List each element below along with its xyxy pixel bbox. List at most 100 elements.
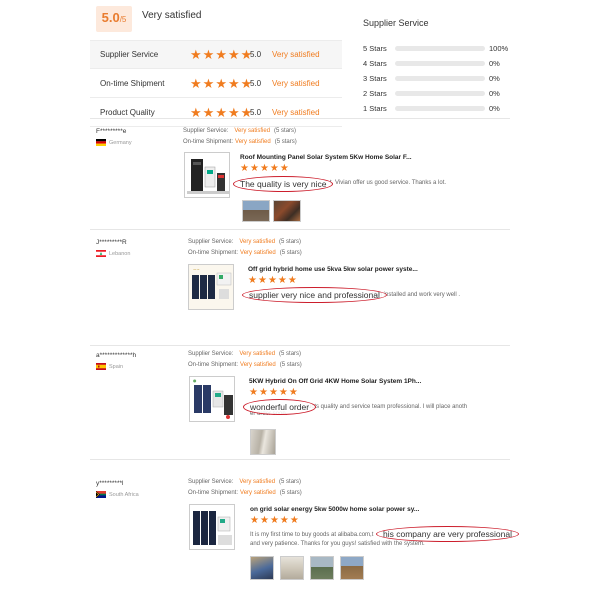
review-photo-thumbnail[interactable] — [310, 556, 334, 580]
meta-label: On-time Shipment: — [188, 490, 239, 496]
distribution-label: 1 Stars — [363, 103, 387, 113]
star-icon: ★ — [267, 275, 277, 286]
meta-label: On-time Shipment: — [183, 139, 234, 145]
category-rating-text: Very satisfied — [272, 107, 320, 117]
review-photo-thumbnail[interactable] — [242, 200, 270, 222]
star-icon: ★ — [278, 387, 288, 398]
product-title-link[interactable]: Off grid hybrid home use 5kva 5kw solar … — [248, 266, 418, 273]
meta-stars: (5 stars) — [274, 139, 297, 145]
distribution-percent: 100% — [489, 43, 509, 53]
country-name: South Africa — [109, 491, 139, 498]
on-time-shipment-rating: On-time Shipment: Very satisfied (5 stars) — [183, 139, 297, 145]
overall-score: 5.0 — [101, 10, 120, 25]
meta-value: Very satisfied — [240, 250, 276, 256]
reviewer-country: Germany — [96, 139, 132, 146]
svg-text:●: ● — [193, 378, 197, 383]
distribution-row-2: 2 Stars 0% — [363, 87, 500, 99]
reviewer-name: a*************h — [96, 352, 137, 359]
meta-label: On-time Shipment: — [188, 362, 239, 368]
distribution-label: 3 Stars — [363, 73, 387, 83]
star-icon: ★ — [287, 275, 297, 286]
category-score: 5.0 — [250, 78, 262, 88]
category-name: Product Quality — [100, 107, 155, 117]
overall-score-badge: 5.0 /5 — [96, 6, 132, 32]
hybrid-system-image: ● — [193, 378, 233, 419]
product-image[interactable]: ~~ — [188, 264, 234, 310]
review-photo-thumbnail[interactable] — [250, 556, 274, 580]
product-image[interactable] — [189, 504, 235, 550]
review-stars: ★ ★ ★ ★ ★ — [250, 516, 299, 526]
review-card: F*********e Germany Supplier Service: Ver… — [90, 122, 510, 227]
product-title-link[interactable]: 5KW Hybrid On Off Grid 4KW Home Solar Sy… — [249, 378, 421, 385]
category-name: Supplier Service — [100, 50, 159, 59]
star-icon: ★ — [249, 163, 259, 174]
solar-panel-kit-image: ~~ — [189, 265, 233, 309]
rating-summary: 5.0 /5 Very satisfied Supplier Service ★… — [90, 0, 510, 127]
star-icon: ★ — [279, 515, 289, 526]
review-photo-thumbnail[interactable] — [250, 429, 276, 455]
country-name: Lebanon — [109, 250, 131, 257]
star-icon: ★ — [227, 75, 240, 91]
supplier-service-rating: Supplier Service: Very satisfied (5 stars) — [188, 239, 301, 245]
reviewer-country: Spain — [96, 363, 123, 370]
distribution-percent: 0% — [489, 58, 500, 68]
star-icon: ★ — [269, 515, 279, 526]
distribution-row-4: 4 Stars 0% — [363, 57, 500, 69]
review-comment: It is my first time to buy goods at alib… — [250, 532, 374, 538]
product-title-link[interactable]: on grid solar energy 5kw 5000w home sola… — [250, 506, 419, 513]
review-photo-thumbnail[interactable] — [280, 556, 304, 580]
review-card: a*************h Spain Supplier Service: V… — [90, 346, 510, 458]
review-photo-thumbnail[interactable] — [273, 200, 301, 222]
review-card: y*********l South Africa Supplier Servic… — [90, 462, 519, 597]
review-photo-thumbnail[interactable] — [340, 556, 364, 580]
meta-value: Very satisfied — [234, 128, 271, 134]
distribution-percent: 0% — [489, 88, 500, 98]
distribution-title: Supplier Service — [363, 18, 429, 28]
highlighted-comment-phrase: supplier very nice and professional — [242, 287, 387, 303]
product-image[interactable]: ● — [189, 376, 235, 422]
category-row-on-time-shipment: On-time Shipment ★ ★ ★ ★ ★ 5.0 Very satisfie… — [90, 69, 342, 98]
star-icon: ★ — [190, 104, 202, 120]
product-title-link[interactable]: Roof Mounting Panel Solar System 5Kw Hom… — [240, 154, 412, 161]
meta-stars: (5 stars) — [279, 250, 302, 256]
reviewer-name: F*********e — [96, 128, 127, 135]
highlighted-comment-phrase: The quality is very nice — [233, 176, 334, 192]
distribution-bar — [395, 60, 485, 66]
distribution-label: 5 Stars — [363, 43, 387, 53]
meta-stars: (5 stars) — [274, 128, 297, 134]
star-icon: ★ — [202, 104, 215, 120]
divider — [90, 229, 510, 230]
meta-stars: (5 stars) — [279, 490, 302, 496]
on-grid-system-image — [193, 511, 232, 545]
distribution-row-3: 3 Stars 0% — [363, 72, 500, 84]
review-card: J*********R Lebanon Supplier Service: Ver… — [90, 233, 510, 343]
star-icon: ★ — [259, 163, 269, 174]
star-icon: ★ — [215, 47, 227, 62]
star-rating: ★ ★ ★ ★ ★ — [190, 106, 252, 119]
distribution-bar — [395, 105, 485, 111]
distribution-bar — [395, 90, 485, 96]
star-distribution: Supplier Service 5 Stars 100% 4 Stars 0%… — [355, 0, 510, 118]
review-stars: ★ ★ ★ ★ ★ — [248, 276, 297, 286]
meta-label: Supplier Service: — [188, 351, 234, 357]
supplier-service-rating: Supplier Service: Very satisfied (5 stars) — [188, 351, 301, 357]
highlighted-comment-phrase: his company are very professional — [376, 526, 519, 542]
category-row-supplier-service: Supplier Service ★ ★ ★ ★ ★ 5.0 Very satisfie… — [90, 40, 342, 69]
category-score: 5.0 — [250, 107, 262, 117]
meta-value: Very satisfied — [239, 479, 276, 485]
south-africa-flag-icon — [96, 491, 106, 498]
star-icon: ★ — [259, 515, 269, 526]
meta-value: Very satisfied — [239, 351, 276, 357]
star-icon: ★ — [202, 47, 215, 62]
star-icon: ★ — [250, 515, 259, 526]
category-ratings: Supplier Service ★ ★ ★ ★ ★ 5.0 Very satisfie… — [90, 40, 342, 127]
meta-label: Supplier Service: — [188, 239, 234, 245]
meta-stars: (5 stars) — [279, 239, 302, 245]
distribution-label: 2 Stars — [363, 88, 387, 98]
supplier-service-rating: Supplier Service: Very satisfied (5 stars) — [188, 479, 301, 485]
product-image[interactable] — [184, 152, 230, 198]
supplier-service-rating: Supplier Service: Very satisfied (5 stars) — [183, 128, 296, 134]
star-icon: ★ — [277, 275, 287, 286]
star-icon: ★ — [288, 387, 298, 398]
germany-flag-icon — [96, 139, 106, 146]
